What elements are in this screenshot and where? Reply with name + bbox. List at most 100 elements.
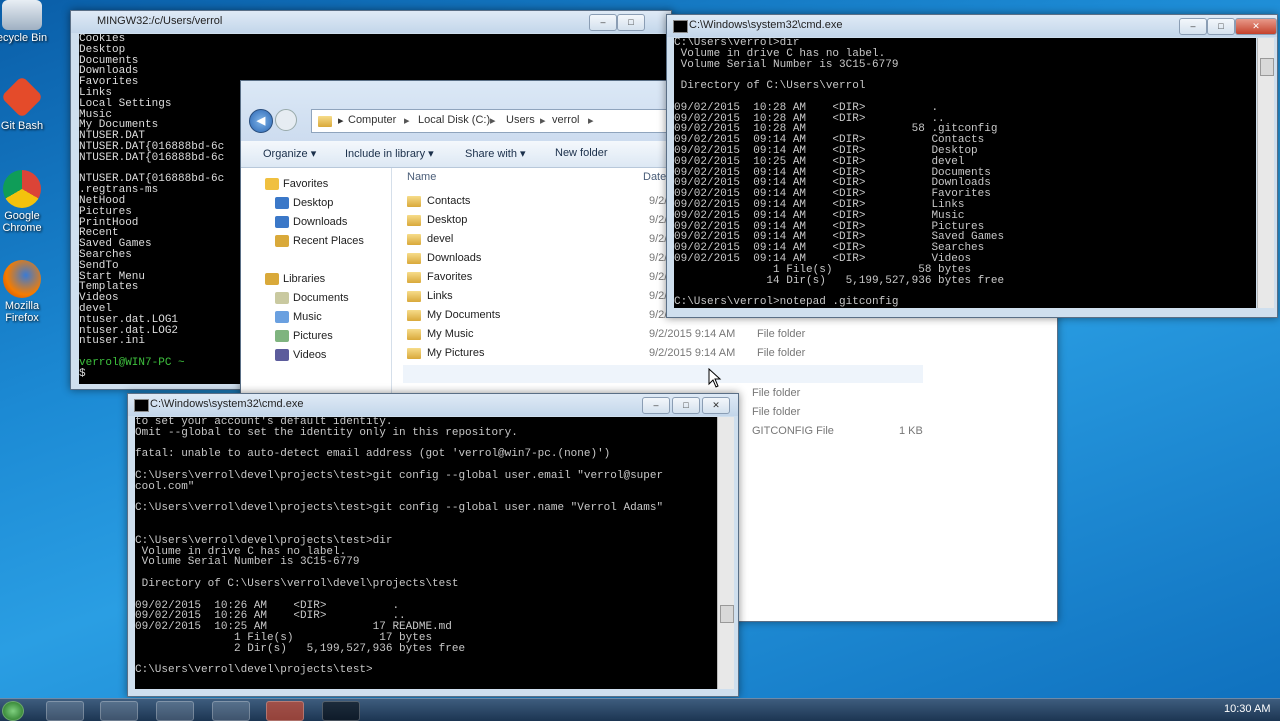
share-with-button[interactable]: Share with ▾ [465,147,526,160]
folder-icon [407,271,421,283]
minimize-button[interactable]: – [1179,18,1207,35]
file-type: File folder [757,328,806,340]
file-type: GITCONFIG File [752,425,834,437]
taskbar-git-bash-icon[interactable] [266,701,304,721]
hover-highlight [403,365,923,383]
folder-icon [407,347,421,359]
forward-arrow-icon[interactable] [275,109,297,131]
organize-button[interactable]: Organize ▾ [263,147,316,160]
include-in-library-button[interactable]: Include in library ▾ [345,147,434,160]
videos-icon [275,349,289,361]
documents-icon [275,292,289,304]
taskbar-explorer-icon[interactable] [100,701,138,721]
clock[interactable]: 10:30 AM [1224,703,1270,715]
breadcrumb-item[interactable]: Local Disk (C:) [418,114,490,126]
console-line: fatal: unable to auto-detect email addre… [135,448,611,461]
new-folder-button[interactable]: New folder [555,147,608,159]
file-type: File folder [752,387,801,399]
close-button[interactable]: ✕ [702,397,730,414]
console-line: 2 Dir(s) 5,199,527,936 bytes free [135,642,466,655]
column-header-date[interactable]: Date [643,171,666,183]
cmd-titlebar[interactable]: C:\Windows\system32\cmd.exe – □ ✕ [128,394,738,416]
cmd-window-top[interactable]: C:\Windows\system32\cmd.exe – □ ✕ C:\Use… [666,14,1278,318]
desktop-icon-firefox[interactable]: Mozilla Firefox [0,260,50,324]
nav-item-pictures[interactable]: Pictures [293,330,333,342]
file-name: Favorites [427,271,473,283]
nav-item-recent-places[interactable]: Recent Places [293,235,364,247]
console-line: Volume Serial Number is 3C15-6779 [135,556,360,569]
file-type: File folder [757,347,806,359]
nav-item-downloads[interactable]: Downloads [293,216,347,228]
console-line: 09/02/2015 10:25 AM <DIR> devel [674,155,965,168]
console-line: Downloads [79,65,139,78]
firefox-icon [3,260,41,298]
mouse-cursor-icon [708,368,722,388]
file-name: My Pictures [427,347,485,359]
cmd-titlebar[interactable]: C:\Windows\system32\cmd.exe – □ ✕ [667,15,1277,37]
breadcrumb-item[interactable]: verrol [552,114,580,126]
mingw-titlebar[interactable]: MINGW32:/c/Users/verrol – □ [71,11,671,33]
start-button-icon[interactable] [2,701,24,721]
scrollbar-thumb[interactable] [720,605,734,623]
desktop-icon-chrome[interactable]: Google Chrome [0,170,50,234]
breadcrumb-item[interactable]: Computer [348,114,396,126]
desktop-icon-label: Mozilla Firefox [4,300,40,324]
file-name: Links [427,290,453,302]
desktop-icon-label: ecycle Bin [0,32,48,44]
breadcrumb-item[interactable]: Users [506,114,535,126]
file-name: My Music [427,328,474,340]
scrollbar-thumb[interactable] [1260,58,1274,76]
nav-item-music[interactable]: Music [293,311,322,323]
minimize-button[interactable]: – [642,397,670,414]
console-line: Desktop [79,43,126,56]
scrollbar[interactable] [717,417,734,689]
nav-item-videos[interactable]: Videos [293,349,326,361]
file-name: Desktop [427,214,468,226]
back-arrow-icon[interactable]: ◀ [249,109,273,133]
nav-item-desktop[interactable]: Desktop [293,197,333,209]
console-line: C:\Users\verrol\devel\projects\test>git … [135,502,664,515]
cmd-terminal-bottom[interactable]: to set your account's default identity. O… [135,417,717,689]
list-item[interactable]: My Pictures 9/2/2015 9:14 AM File folder [407,347,927,365]
desktop-icon-recycle-bin[interactable]: ecycle Bin [0,0,50,44]
console-line: 09/02/2015 09:14 AM <DIR> Music [674,209,965,222]
maximize-button[interactable]: □ [617,14,645,31]
cmd-icon [673,20,688,33]
folder-icon [407,252,421,264]
maximize-button[interactable]: □ [1207,18,1235,35]
list-item[interactable]: My Music 9/2/2015 9:14 AM File folder [407,328,927,346]
nav-libraries[interactable]: Libraries [283,273,325,285]
pictures-icon [275,330,289,342]
folder-icon [407,309,421,321]
taskbar-ie-icon[interactable] [46,701,84,721]
scrollbar[interactable] [1257,38,1274,308]
nav-item-documents[interactable]: Documents [293,292,349,304]
folder-icon [407,328,421,340]
taskbar-cmd-icon[interactable] [322,701,360,721]
star-icon [265,178,279,190]
column-header-name[interactable]: Name [407,171,436,183]
close-button[interactable]: ✕ [1235,18,1277,35]
breadcrumb-separator: ▸ [490,115,496,127]
file-name: devel [427,233,454,245]
taskbar-chrome-icon[interactable] [212,701,250,721]
desktop-icon-git-bash[interactable]: Git Bash [0,75,50,132]
file-date: 9/2/2015 9:14 AM [649,347,736,359]
console-line: 09/02/2015 10:28 AM <DIR> . [674,101,939,114]
cmd-terminal-top[interactable]: C:\Users\verrol>dir Volume in drive C ha… [674,38,1256,308]
file-name: Downloads [427,252,482,264]
file-name: Contacts [427,195,471,207]
taskbar-media-icon[interactable] [156,701,194,721]
console-line: C:\Users\verrol\devel\projects\test>git … [135,469,664,482]
minimize-button[interactable]: – [589,14,617,31]
cmd-window-bottom[interactable]: C:\Windows\system32\cmd.exe – □ ✕ to set… [127,393,739,697]
breadcrumb-separator: ▸ [404,115,410,127]
maximize-button[interactable]: □ [672,397,700,414]
nav-favorites[interactable]: Favorites [283,178,328,190]
console-line: Omit --global to set the identity only i… [135,426,518,439]
folder-icon [407,195,421,207]
file-date: 9/2/2015 9:14 AM [649,328,736,340]
console-line: 1 File(s) 58 bytes [674,263,972,276]
